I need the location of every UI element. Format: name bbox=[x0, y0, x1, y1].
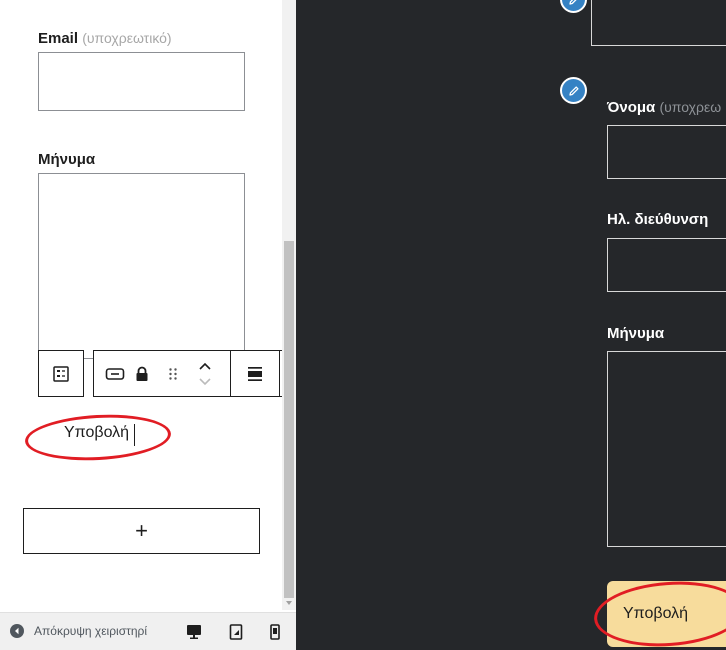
move-up-down-icon bbox=[199, 362, 211, 385]
form-block-button[interactable] bbox=[39, 351, 83, 396]
edit-badge-name[interactable] bbox=[560, 77, 587, 104]
scroll-down-arrow-icon[interactable] bbox=[284, 598, 294, 608]
arrow-left-icon bbox=[10, 624, 24, 638]
scrollbar-thumb[interactable] bbox=[284, 241, 294, 598]
annotation-circle-editor bbox=[23, 411, 173, 464]
editor-canvas: Email (υποχρεωτικό) Μήνυμα Υποβολή + Από… bbox=[0, 0, 445, 650]
pencil-icon bbox=[568, 85, 579, 96]
desktop-preview-button[interactable] bbox=[186, 624, 202, 645]
drag-handle[interactable] bbox=[162, 351, 184, 396]
move-up-down-button[interactable] bbox=[194, 351, 216, 396]
desktop-icon bbox=[187, 625, 201, 639]
preview-name-required: (υποχρεω bbox=[659, 99, 722, 115]
mobile-icon bbox=[270, 624, 280, 640]
input-type-button[interactable] bbox=[104, 351, 126, 396]
email-field[interactable] bbox=[38, 52, 245, 111]
pencil-icon bbox=[568, 0, 576, 5]
drag-handle-icon bbox=[169, 367, 177, 380]
edit-badge-top[interactable] bbox=[560, 0, 587, 13]
align-icon bbox=[248, 366, 262, 381]
email-label: Email (υποχρεωτικό) bbox=[38, 30, 172, 47]
message-label: Μήνυμα bbox=[38, 151, 96, 168]
preview-message-label: Μήνυμα bbox=[607, 325, 665, 342]
preview-name-label-text: Όνομα bbox=[607, 99, 656, 116]
preview-field-top[interactable] bbox=[591, 0, 726, 46]
preview-name-label: Όνομα (υποχρεω bbox=[607, 99, 721, 116]
form-icon bbox=[53, 365, 69, 382]
tablet-preview-button[interactable] bbox=[229, 624, 243, 645]
preview-message-field[interactable] bbox=[607, 351, 726, 547]
lock-button[interactable] bbox=[132, 351, 152, 396]
message-textarea[interactable] bbox=[38, 173, 245, 359]
site-preview: Όνομα (υποχρεω Ηλ. διεύθυνση Μήνυμα Υποβ… bbox=[296, 0, 726, 650]
editor-bottom-bar: Απόκρυψη χειριστηρί bbox=[0, 612, 296, 650]
tablet-icon bbox=[229, 624, 243, 640]
lock-icon bbox=[136, 366, 148, 381]
preview-email-label: Ηλ. διεύθυνση bbox=[607, 211, 709, 228]
align-button[interactable] bbox=[231, 351, 279, 396]
preview-name-field[interactable] bbox=[607, 125, 726, 179]
preview-email-field[interactable] bbox=[607, 238, 726, 292]
mobile-preview-button[interactable] bbox=[270, 624, 280, 645]
toolbar-separator bbox=[279, 351, 280, 396]
hide-controls-toggle[interactable]: Απόκρυψη χειριστηρί bbox=[10, 624, 147, 638]
email-label-text: Email bbox=[38, 30, 79, 47]
add-block-button[interactable]: + bbox=[23, 508, 260, 554]
block-switcher-group bbox=[38, 350, 84, 397]
input-field-icon bbox=[105, 367, 125, 380]
hide-controls-label: Απόκρυψη χειριστηρί bbox=[34, 624, 148, 638]
email-required-text: (υποχρεωτικό) bbox=[82, 30, 172, 46]
